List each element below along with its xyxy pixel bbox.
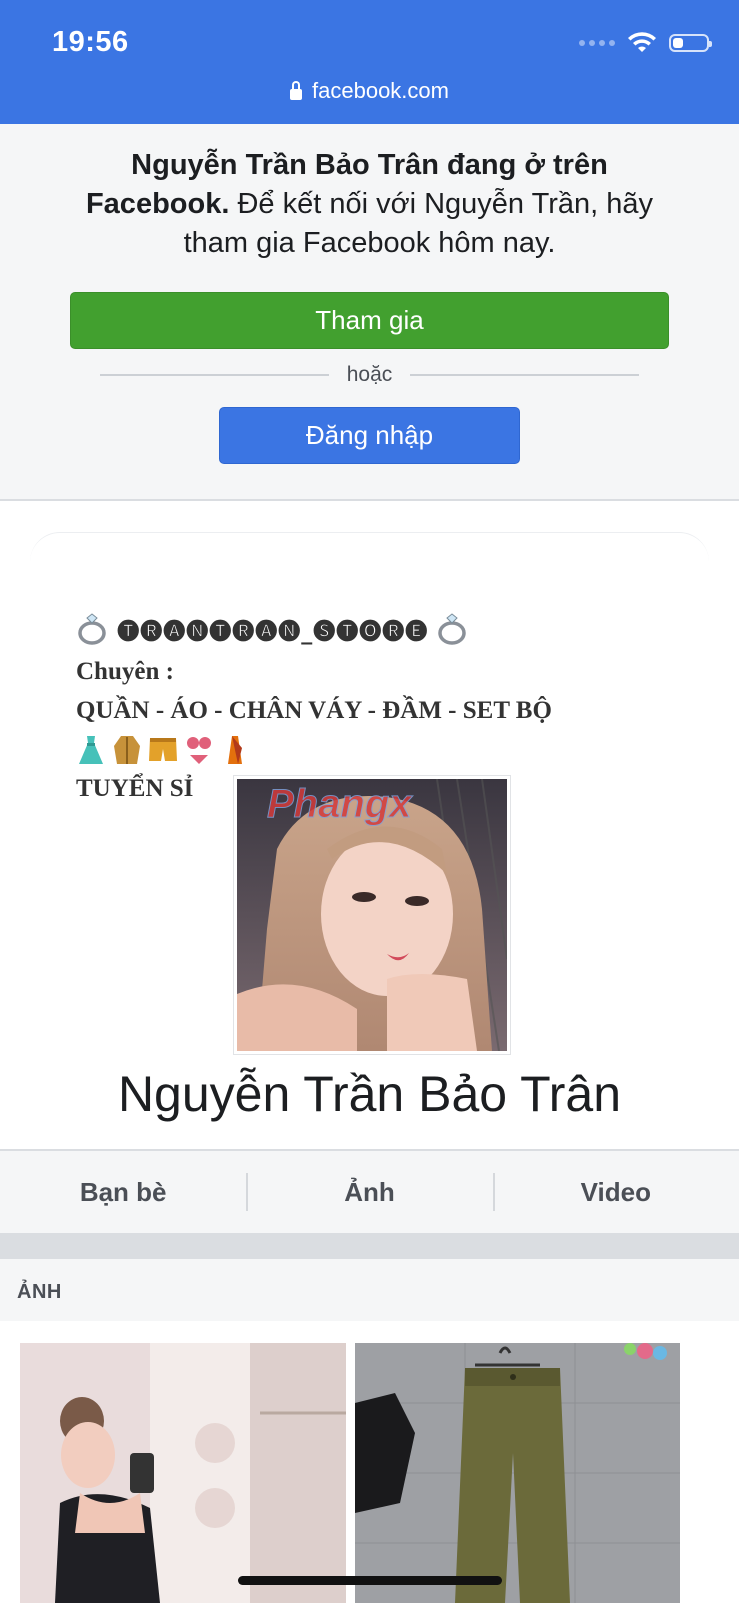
join-button[interactable]: Tham gia (70, 292, 669, 349)
photos-section-title: ẢNH (17, 1281, 62, 1303)
divider-line-right (410, 374, 640, 376)
divider-line-left (100, 374, 329, 376)
watermark-text: Phangx (267, 782, 413, 826)
photo-mirror-selfie (20, 1343, 346, 1603)
address-bar[interactable]: facebook.com (0, 78, 739, 104)
section-separator (0, 1233, 739, 1259)
tab-photos[interactable]: Ảnh (246, 1151, 492, 1233)
profile-name: Nguyễn Trần Bảo Trân (117, 1066, 622, 1122)
profile-tabs: Bạn bè Ảnh Video (0, 1149, 739, 1235)
wifi-icon (628, 32, 656, 52)
ring-icon (78, 613, 106, 645)
cellular-signal-icon (579, 40, 615, 46)
coat-emoji (114, 735, 140, 764)
url-text: facebook.com (312, 78, 449, 103)
sari-emoji (228, 735, 242, 764)
battery-icon (669, 34, 712, 52)
bio-product-list: QUẦN - ÁO - CHÂN VÁY - ĐẦM - SET BỘ (76, 697, 552, 724)
bio-store-name: 🅣🅡🅐🅝🅣🅡🅐🅝_🅢🅣🅞🅡🅔 (117, 620, 429, 645)
tab-friends[interactable]: Bạn bè (0, 1151, 246, 1233)
bio-emoji-row (76, 730, 676, 769)
browser-top-bar: 19:56 facebook.com (0, 0, 739, 124)
login-button[interactable]: Đăng nhập (219, 407, 520, 464)
ring-icon-right (437, 613, 466, 645)
shorts-emoji (149, 737, 177, 761)
lock-icon (290, 80, 303, 100)
photo-thumbnail[interactable] (355, 1343, 680, 1603)
bio-specialty-label: Chuyên : (76, 658, 174, 685)
profile-picture[interactable]: Phangx (234, 776, 510, 1054)
bio-store-line: 🅣🅡🅐🅝🅣🅡🅐🅝_🅢🅣🅞🅡🅔 (76, 612, 676, 652)
or-label: hoặc (346, 363, 393, 386)
dress-emoji (79, 735, 103, 764)
tab-videos[interactable]: Video (492, 1151, 739, 1233)
photo-olive-trousers (355, 1343, 680, 1603)
join-message: Nguyễn Trần Bảo Trân đang ở trên Faceboo… (70, 146, 669, 263)
status-icons (579, 32, 712, 54)
profile-photo-image: Phangx (237, 779, 507, 1051)
photo-thumbnail[interactable] (20, 1343, 346, 1603)
or-divider: hoặc (100, 360, 640, 390)
join-banner: Nguyễn Trần Bảo Trân đang ở trên Faceboo… (0, 124, 739, 501)
bikini-emoji (187, 736, 211, 764)
status-time: 19:56 (52, 26, 129, 58)
home-indicator[interactable] (238, 1576, 502, 1585)
photos-section-header: ẢNH (0, 1259, 739, 1321)
photos-grid (0, 1321, 739, 1603)
join-message-rest: Để kết nối với Nguyễn Trần, hãy tham gia… (183, 188, 654, 259)
